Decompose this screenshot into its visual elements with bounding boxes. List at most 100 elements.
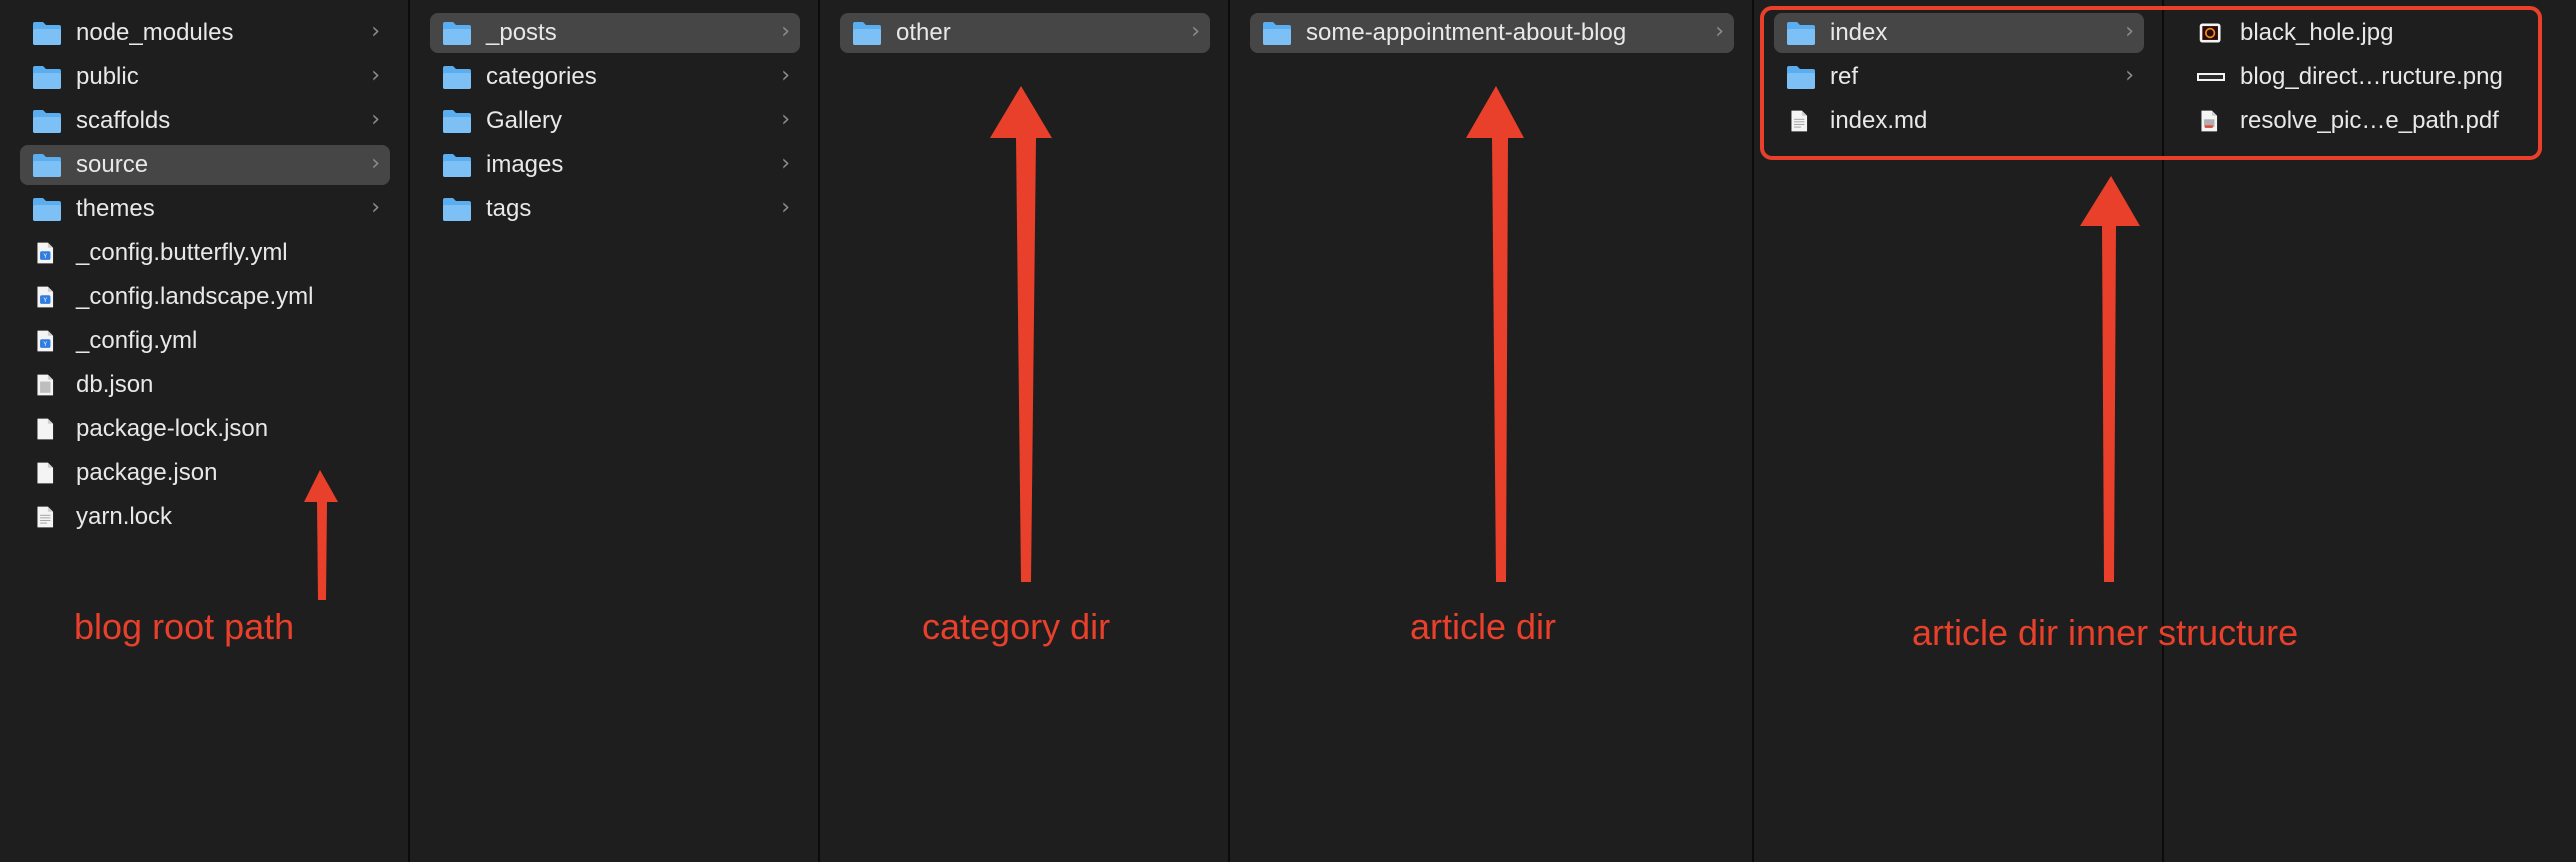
chevron-right-icon: › (781, 195, 790, 220)
chevron-right-icon: › (1191, 19, 1200, 44)
item-package-json[interactable]: package.json (20, 453, 390, 493)
item-index-md[interactable]: index.md (1774, 101, 2144, 141)
item-label: package.json (76, 459, 218, 486)
item-label: public (76, 63, 139, 90)
item-yarn-lock[interactable]: yarn.lock (20, 497, 390, 537)
item-label: package-lock.json (76, 415, 269, 442)
folder-icon (442, 196, 472, 222)
folder-icon (1786, 64, 1816, 90)
item-scaffolds[interactable]: scaffolds › (20, 101, 390, 141)
folder-icon (442, 64, 472, 90)
chevron-right-icon: › (371, 107, 380, 132)
item-label: images (486, 151, 564, 178)
item-themes[interactable]: themes › (20, 189, 390, 229)
item-label: _config.butterfly.yml (76, 239, 288, 266)
finder-column-root: node_modules › public › scaffolds › source › the… (0, 0, 410, 862)
item-config-yml[interactable]: Y _config.yml (20, 321, 390, 361)
folder-icon (1786, 20, 1816, 46)
finder-column-source: _posts › categories › Gallery › images › tags › (410, 0, 820, 862)
document-file-icon (32, 460, 62, 486)
item-db-json[interactable]: db.json (20, 365, 390, 405)
folder-icon (32, 20, 62, 46)
item-label: source (76, 151, 149, 178)
item-package-lock-json[interactable]: package-lock.json (20, 409, 390, 449)
folder-icon (32, 64, 62, 90)
item-label: node_modules (76, 19, 234, 46)
chevron-right-icon: › (371, 19, 380, 44)
item-label: ref (1830, 63, 1859, 90)
folder-icon (442, 20, 472, 46)
markdown-file-icon (1786, 108, 1816, 134)
folder-icon (32, 108, 62, 134)
item-some-appointment-about-blog[interactable]: some-appointment-about-blog › (1250, 13, 1734, 53)
item-label: resolve_pic…e_path.pdf (2240, 107, 2499, 134)
item-label: index.md (1830, 107, 1928, 134)
chevron-right-icon: › (371, 63, 380, 88)
annotation-inner-label: article dir inner structure (1912, 612, 2299, 653)
item-blog-direct-ructure-png[interactable]: blog_direct…ructure.png (2184, 57, 2556, 97)
svg-text:Y: Y (42, 297, 47, 304)
item-resolve-pic-e-path-pdf[interactable]: resolve_pic…e_path.pdf (2184, 101, 2556, 141)
item-index[interactable]: index › (1774, 13, 2144, 53)
folder-icon (442, 152, 472, 178)
document-file-icon (32, 416, 62, 442)
finder-column-posts: other › (820, 0, 1230, 862)
folder-icon (1262, 20, 1292, 46)
pdf-file-icon (2196, 108, 2226, 134)
item-label: _config.yml (76, 327, 198, 354)
chevron-right-icon: › (781, 107, 790, 132)
item-label: tags (486, 195, 532, 222)
item-public[interactable]: public › (20, 57, 390, 97)
chevron-right-icon: › (371, 195, 380, 220)
item-label: some-appointment-about-blog (1306, 19, 1627, 46)
item-label: _posts (486, 19, 557, 46)
chevron-right-icon: › (781, 63, 790, 88)
item-label: black_hole.jpg (2240, 19, 2394, 46)
folder-icon (852, 20, 882, 46)
annotation-category-label: category dir (922, 606, 1111, 647)
item-label: Gallery (486, 107, 563, 134)
item-label: scaffolds (76, 107, 171, 134)
item-node-modules[interactable]: node_modules › (20, 13, 390, 53)
item-other[interactable]: other › (840, 13, 1210, 53)
item-config-landscape-yml[interactable]: Y _config.landscape.yml (20, 277, 390, 317)
item-categories[interactable]: categories › (430, 57, 800, 97)
item-black-hole-jpg[interactable]: black_hole.jpg (2184, 13, 2556, 53)
item-ref[interactable]: ref › (1774, 57, 2144, 97)
svg-text:Y: Y (42, 253, 47, 260)
item-config-butterfly-yml[interactable]: Y _config.butterfly.yml (20, 233, 390, 273)
yaml-file-icon: Y (32, 284, 62, 310)
item-label: themes (76, 195, 155, 222)
item-label: db.json (76, 371, 154, 398)
yaml-file-icon: Y (32, 328, 62, 354)
folder-icon (442, 108, 472, 134)
item-posts[interactable]: _posts › (430, 13, 800, 53)
annotation-root-label: blog root path (74, 606, 295, 647)
folder-icon (32, 196, 62, 222)
item-source[interactable]: source › (20, 145, 390, 185)
chevron-right-icon: › (781, 19, 790, 44)
item-images[interactable]: images › (430, 145, 800, 185)
finder-column-category: some-appointment-about-blog › (1230, 0, 1754, 862)
item-label: index (1830, 19, 1888, 46)
chevron-right-icon: › (2125, 63, 2134, 88)
chevron-right-icon: › (2125, 19, 2134, 44)
image-file-icon (2196, 20, 2226, 46)
item-label: other (896, 19, 951, 46)
finder-column-article: index › ref › index.md (1754, 0, 2164, 862)
yaml-file-icon: Y (32, 240, 62, 266)
svg-text:Y: Y (42, 341, 47, 348)
item-label: yarn.lock (76, 503, 173, 530)
annotation-article-label: article dir (1410, 606, 1557, 647)
item-tags[interactable]: tags › (430, 189, 800, 229)
text-file-icon (32, 504, 62, 530)
chevron-right-icon: › (781, 151, 790, 176)
finder-column-index: black_hole.jpg blog_direct…ructure.pngres… (2164, 0, 2576, 862)
png-file-icon (2196, 64, 2226, 90)
folder-icon (32, 152, 62, 178)
item-label: blog_direct…ructure.png (2240, 63, 2503, 90)
chevron-right-icon: › (1715, 19, 1724, 44)
item-gallery[interactable]: Gallery › (430, 101, 800, 141)
item-label: categories (486, 63, 597, 90)
json-file-icon (32, 372, 62, 398)
